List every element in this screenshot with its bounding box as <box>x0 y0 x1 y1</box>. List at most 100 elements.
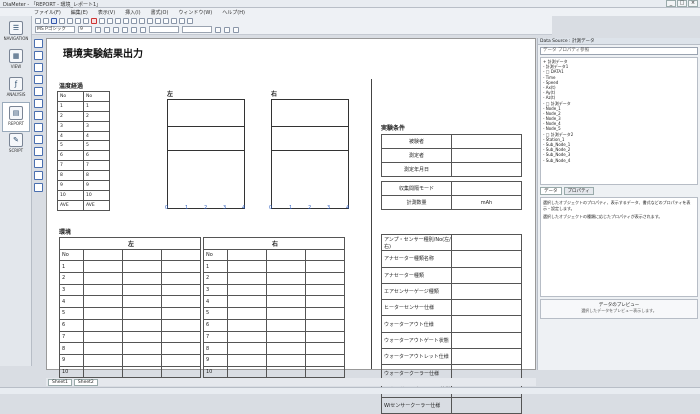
align-bottom-icon[interactable] <box>155 17 161 24</box>
tab-data[interactable]: データ <box>540 187 562 195</box>
table-row: 99 <box>59 353 345 367</box>
print-icon[interactable] <box>59 17 65 24</box>
line-width-select[interactable] <box>182 26 212 33</box>
table-row: アナセーター種類名称 <box>381 250 522 268</box>
table-row: ウォーターアウト仕様 <box>381 315 522 333</box>
navigation-icon: ☰ <box>9 21 23 35</box>
minimize-button[interactable]: _ <box>666 0 676 7</box>
nav-analysis[interactable]: ƒ ANALYSIS <box>2 74 30 104</box>
sheet-tabs: Sheet1 Sheet2 <box>46 378 536 386</box>
sheet-tab[interactable]: Sheet2 <box>73 378 98 386</box>
sheet-tab[interactable]: Sheet1 <box>48 378 72 386</box>
bold-icon[interactable] <box>95 26 101 33</box>
table-row: ウォーターアウトゲート状態 <box>381 331 522 350</box>
line-tool-icon[interactable] <box>34 51 43 60</box>
text-tool-icon[interactable] <box>34 99 43 108</box>
table-row: 被験者 <box>381 134 522 149</box>
tick-label: 0 <box>165 205 169 211</box>
env-section-title: 環境 <box>59 229 72 236</box>
preview-text: 選択したデータをプレビュー表示します。 <box>581 308 657 313</box>
script-icon: ✎ <box>9 133 23 147</box>
menu-format[interactable]: 書式(O) <box>151 9 169 16</box>
nav-view[interactable]: ▦ VIEW <box>2 46 30 76</box>
tick-label: 4 <box>242 205 246 211</box>
line-color-icon[interactable] <box>224 26 230 33</box>
report-canvas[interactable]: 環境実験結果出力 温度経過 No No 11 22 33 44 55 66 77 … <box>46 38 536 414</box>
align-left-icon[interactable] <box>115 17 121 24</box>
copy-icon[interactable] <box>75 17 81 24</box>
line-style-select[interactable] <box>149 26 179 33</box>
menu-file[interactable]: ファイル(F) <box>34 9 61 16</box>
cond-section-title: 実験条件 <box>381 125 406 132</box>
graph-right-label: 右 <box>271 91 278 98</box>
image-tool-icon[interactable] <box>34 135 43 144</box>
table-row: 99 <box>57 180 110 191</box>
table-row: 66 <box>59 318 345 332</box>
cut-icon[interactable] <box>67 17 73 24</box>
chart-tool-icon[interactable] <box>34 123 43 132</box>
same-width-icon[interactable] <box>163 17 169 24</box>
undo-icon[interactable] <box>99 17 105 24</box>
font-name-select[interactable]: MS Pゴシック <box>35 26 75 33</box>
select-tool-icon[interactable] <box>34 39 43 48</box>
shape-tool-icon[interactable] <box>34 183 43 192</box>
save-icon[interactable] <box>51 17 57 24</box>
table-row: 測定年月日 <box>381 162 522 177</box>
align-top-icon[interactable] <box>139 17 145 24</box>
maximize-button[interactable]: □ <box>677 0 687 7</box>
text-left-icon[interactable] <box>122 26 128 33</box>
graph-tool-icon[interactable] <box>34 111 43 120</box>
graph-right[interactable] <box>271 99 349 209</box>
barcode-tool-icon[interactable] <box>34 159 43 168</box>
table-row: 55 <box>57 140 110 152</box>
table-row: 44 <box>59 295 345 309</box>
table-row: 22 <box>57 110 110 122</box>
list-tool-icon[interactable] <box>34 147 43 156</box>
variable-tool-icon[interactable] <box>34 171 43 180</box>
delete-icon[interactable] <box>91 17 97 24</box>
open-icon[interactable] <box>43 17 49 24</box>
menu-bar: ファイル(F) 編集(E) 表示(V) 挿入(I) 書式(O) ウィンドウ(W)… <box>0 8 700 16</box>
align-middle-icon[interactable] <box>147 17 153 24</box>
menu-edit[interactable]: 編集(E) <box>71 9 88 16</box>
fill-color-icon[interactable] <box>215 26 221 33</box>
underline-icon[interactable] <box>113 26 119 33</box>
grid-tool-icon[interactable] <box>34 87 43 96</box>
menu-view[interactable]: 表示(V) <box>98 9 115 16</box>
text-color-icon[interactable] <box>233 26 239 33</box>
text-center-icon[interactable] <box>131 26 137 33</box>
redo-icon[interactable] <box>107 17 113 24</box>
zoom-icon[interactable] <box>187 17 193 24</box>
menu-window[interactable]: ウィンドウ(W) <box>178 9 212 16</box>
nav-navigation[interactable]: ☰ NAVIGATION <box>2 18 30 48</box>
tick-label: 3 <box>327 205 331 211</box>
graph-left[interactable] <box>167 99 245 209</box>
text-right-icon[interactable] <box>140 26 146 33</box>
table-row: アンプ・センサー種別/No(左/右) <box>381 233 522 252</box>
italic-icon[interactable] <box>104 26 110 33</box>
window-controls: _ □ × <box>666 0 698 7</box>
font-size-select[interactable]: 9 <box>78 26 92 33</box>
menu-help[interactable]: ヘルプ(H) <box>222 9 245 16</box>
same-height-icon[interactable] <box>171 17 177 24</box>
paste-icon[interactable] <box>83 17 89 24</box>
standard-toolbar <box>32 16 552 25</box>
align-center-icon[interactable] <box>123 17 129 24</box>
nav-script[interactable]: ✎ SCRIPT <box>2 130 30 160</box>
nav-report[interactable]: ▤ REPORT <box>2 102 30 132</box>
table-tool-icon[interactable] <box>34 75 43 84</box>
tree-item[interactable]: - Sub_Node_4 <box>543 158 695 163</box>
conditions-table: 被験者 測定者 測定年月日 <box>381 134 522 177</box>
tab-property[interactable]: プロパティ <box>563 187 594 195</box>
rectangle-tool-icon[interactable] <box>34 63 43 72</box>
menu-insert[interactable]: 挿入(I) <box>125 9 140 16</box>
align-right-icon[interactable] <box>131 17 137 24</box>
data-tree[interactable]: + 計測データ - 計測データ1 - □ DATA1 - Time - Spee… <box>540 57 698 185</box>
property-search-input[interactable]: データ プロパティ参照 <box>540 47 698 55</box>
new-icon[interactable] <box>35 17 41 24</box>
close-button[interactable]: × <box>688 0 698 7</box>
drawing-tools <box>33 38 45 218</box>
property-pane: 選択したオブジェクトのプロパティ、表示するデータ、書式などのプロパティを表示・設… <box>540 197 698 297</box>
table-header: No <box>83 91 110 102</box>
grid-icon[interactable] <box>179 17 185 24</box>
